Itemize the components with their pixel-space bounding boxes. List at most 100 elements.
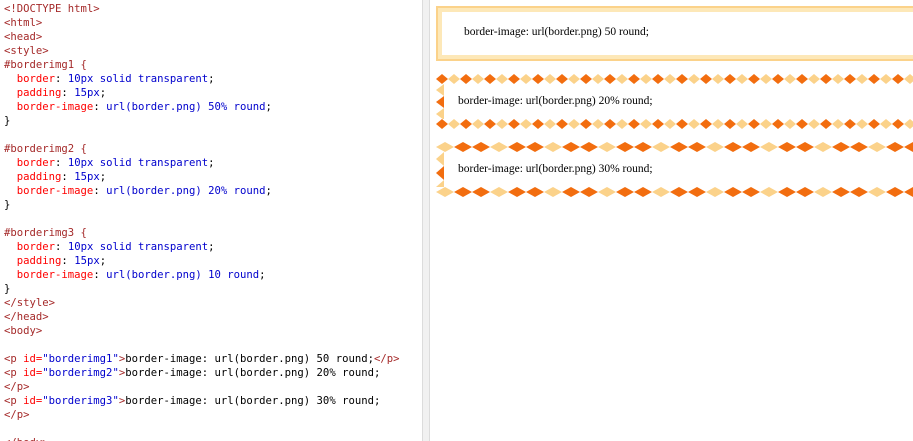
diamond-shape [856, 74, 868, 84]
diamond-shape [544, 142, 562, 152]
code-token: border [16, 241, 56, 253]
code-line: <p id="borderimg2">border-image: url(bor… [4, 366, 399, 380]
code-token: <p [4, 395, 24, 407]
diamond-shape [784, 119, 796, 129]
code-token: : [93, 101, 107, 113]
code-line: border-image: url(border.png) 10 round; [4, 268, 399, 282]
diamond-shape [472, 74, 484, 84]
diamond-shape [868, 74, 880, 84]
diamond-shape [544, 119, 556, 129]
diamond-shape [616, 187, 634, 197]
diamond-shape [556, 74, 568, 84]
code-token: ; [265, 101, 272, 113]
diamond-border-bottom [436, 119, 913, 129]
diamond-shape [760, 74, 772, 84]
code-token: : [55, 157, 68, 169]
diamond-shape [814, 142, 832, 152]
code-line: <p id="borderimg1">border-image: url(bor… [4, 352, 399, 366]
code-token: <body> [4, 325, 43, 337]
diamond-shape [508, 119, 520, 129]
diamond-shape [796, 187, 814, 197]
code-text[interactable]: <!DOCTYPE html> <html> <head> <style> #borde… [4, 2, 399, 441]
code-editor[interactable]: <!DOCTYPE html> <html> <head> <style> #borde… [0, 0, 422, 441]
diamond-shape [724, 142, 742, 152]
diamond-shape [472, 119, 484, 129]
diamond-shape [592, 119, 604, 129]
diamond-shape [526, 187, 544, 197]
code-token: ; [265, 185, 272, 197]
code-token: <p [4, 367, 24, 379]
pane-divider[interactable] [422, 0, 430, 441]
diamond-shape [436, 180, 444, 187]
code-token: border [16, 73, 56, 85]
diamond-shape [616, 119, 628, 129]
diamond-shape [760, 142, 778, 152]
diamond-shape [892, 74, 904, 84]
code-token: url(border.png) 20% round [106, 185, 266, 197]
diamond-shape [436, 166, 444, 180]
code-token: border-image [16, 269, 94, 281]
diamond-shape [520, 74, 532, 84]
code-line: padding: 15px; [4, 170, 399, 184]
code-token: border [16, 157, 56, 169]
diamond-shape [634, 187, 652, 197]
code-token: padding [16, 87, 62, 99]
code-token: <!DOCTYPE html> [4, 3, 100, 15]
code-token: 15px [74, 255, 100, 267]
diamond-shape [760, 119, 772, 129]
code-line: <head> [4, 30, 399, 44]
diamond-shape [868, 142, 886, 152]
diamond-shape [868, 187, 886, 197]
code-token: 15px [74, 87, 100, 99]
diamond-shape [814, 187, 832, 197]
diamond-shape [436, 187, 454, 197]
diamond-shape [634, 142, 652, 152]
diamond-shape [886, 187, 904, 197]
diamond-shape [436, 74, 448, 84]
diamond-shape [676, 119, 688, 129]
code-token: : [93, 269, 107, 281]
code-token: #borderimg3 { [4, 227, 87, 239]
code-token: padding [16, 255, 62, 267]
code-token: 10px solid transparent [67, 73, 209, 85]
diamond-shape [778, 142, 796, 152]
diamond-shape [904, 74, 913, 84]
diamond-shape [832, 74, 844, 84]
diamond-shape [808, 119, 820, 129]
diamond-border-top [436, 142, 913, 152]
code-token: "borderimg1" [42, 353, 119, 365]
code-token: 10px solid transparent [67, 241, 209, 253]
diamond-shape [688, 187, 706, 197]
code-token: id= [23, 395, 43, 407]
diamond-shape [760, 187, 778, 197]
diamond-shape [436, 142, 454, 152]
code-token: <html> [4, 17, 43, 29]
borderimg3-text: border-image: url(border.png) 30% round; [458, 163, 653, 175]
diamond-shape [580, 119, 592, 129]
diamond-shape [904, 187, 913, 197]
diamond-shape [562, 142, 580, 152]
code-line: #borderimg2 { [4, 142, 399, 156]
diamond-shape [436, 152, 444, 166]
code-token: <p [4, 353, 24, 365]
diamond-shape [598, 187, 616, 197]
code-line: border-image: url(border.png) 20% round; [4, 184, 399, 198]
diamond-shape [508, 142, 526, 152]
code-line: <html> [4, 16, 399, 30]
diamond-shape [562, 187, 580, 197]
code-token: ; [208, 157, 215, 169]
borderimg1-text: border-image: url(border.png) 50 round; [464, 26, 649, 38]
code-token: id= [23, 353, 43, 365]
diamond-shape [652, 119, 664, 129]
diamond-shape [784, 74, 796, 84]
code-token: : [55, 241, 68, 253]
diamond-shape [592, 74, 604, 84]
code-token: ; [208, 73, 215, 85]
diamond-shape [796, 142, 814, 152]
